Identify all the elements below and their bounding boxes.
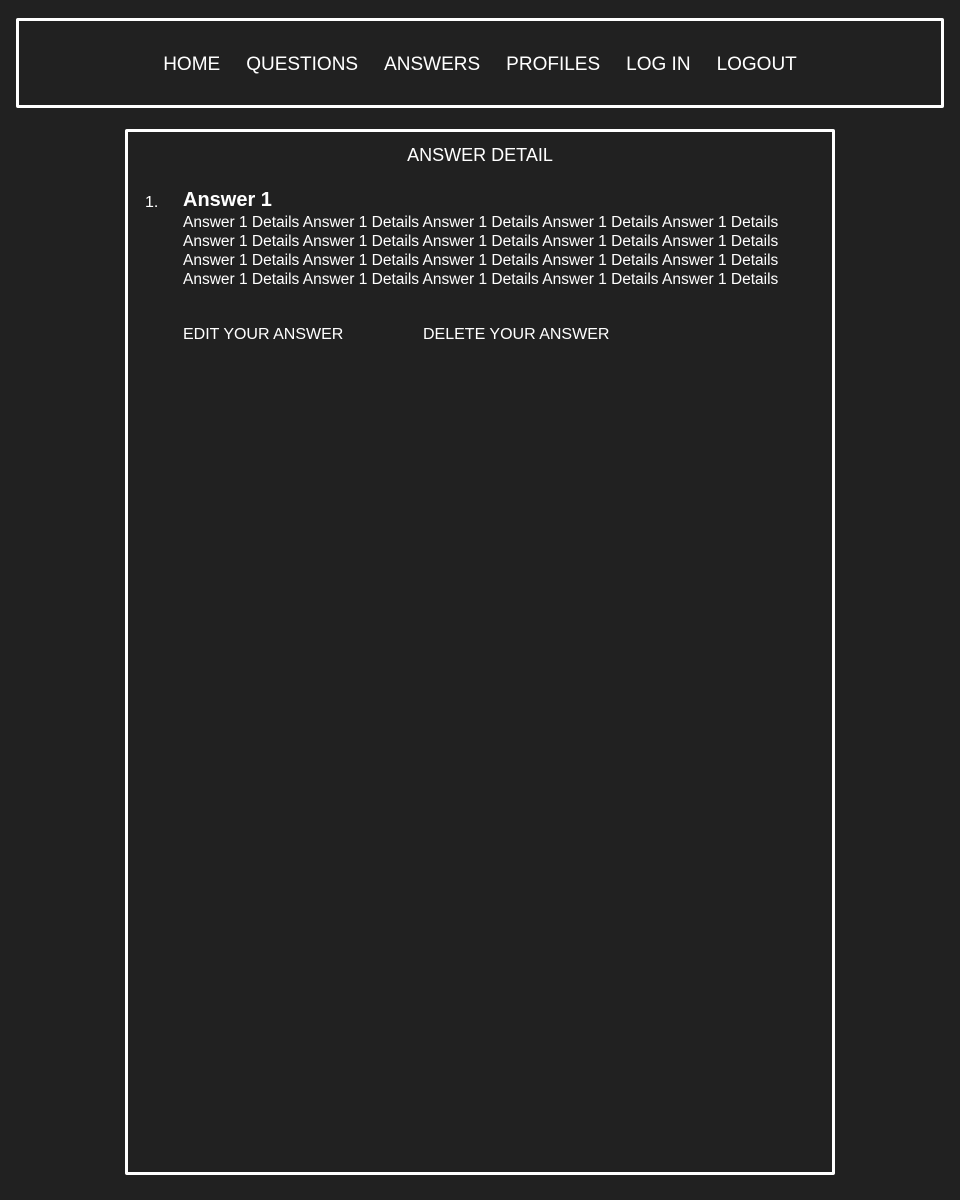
nav-link-home[interactable]: HOME — [163, 54, 220, 76]
answer-details: Answer 1 Details Answer 1 Details Answer… — [183, 214, 779, 288]
answer-number: 1. — [145, 194, 159, 211]
nav-link-questions[interactable]: QUESTIONS — [246, 54, 358, 76]
nav-link-log-in[interactable]: LOG IN — [626, 54, 690, 76]
nav-link-logout[interactable]: LOGOUT — [717, 54, 797, 76]
edit-answer-link[interactable]: EDIT YOUR ANSWER — [183, 325, 423, 345]
page-title: ANSWER DETAIL — [407, 145, 553, 165]
nav-menu: HOME QUESTIONS ANSWERS PROFILES LOG IN L… — [19, 54, 941, 76]
answer-detail-panel: ANSWER DETAIL 1. Answer 1 Answer 1 Detai… — [125, 129, 835, 1175]
nav-link-profiles[interactable]: PROFILES — [506, 54, 600, 76]
delete-answer-link[interactable]: DELETE YOUR ANSWER — [423, 325, 609, 345]
answer-actions: EDIT YOUR ANSWER DELETE YOUR ANSWER — [183, 325, 609, 345]
nav-link-answers[interactable]: ANSWERS — [384, 54, 480, 76]
answer-heading: Answer 1 — [183, 189, 272, 211]
top-navigation-bar: HOME QUESTIONS ANSWERS PROFILES LOG IN L… — [16, 18, 944, 108]
